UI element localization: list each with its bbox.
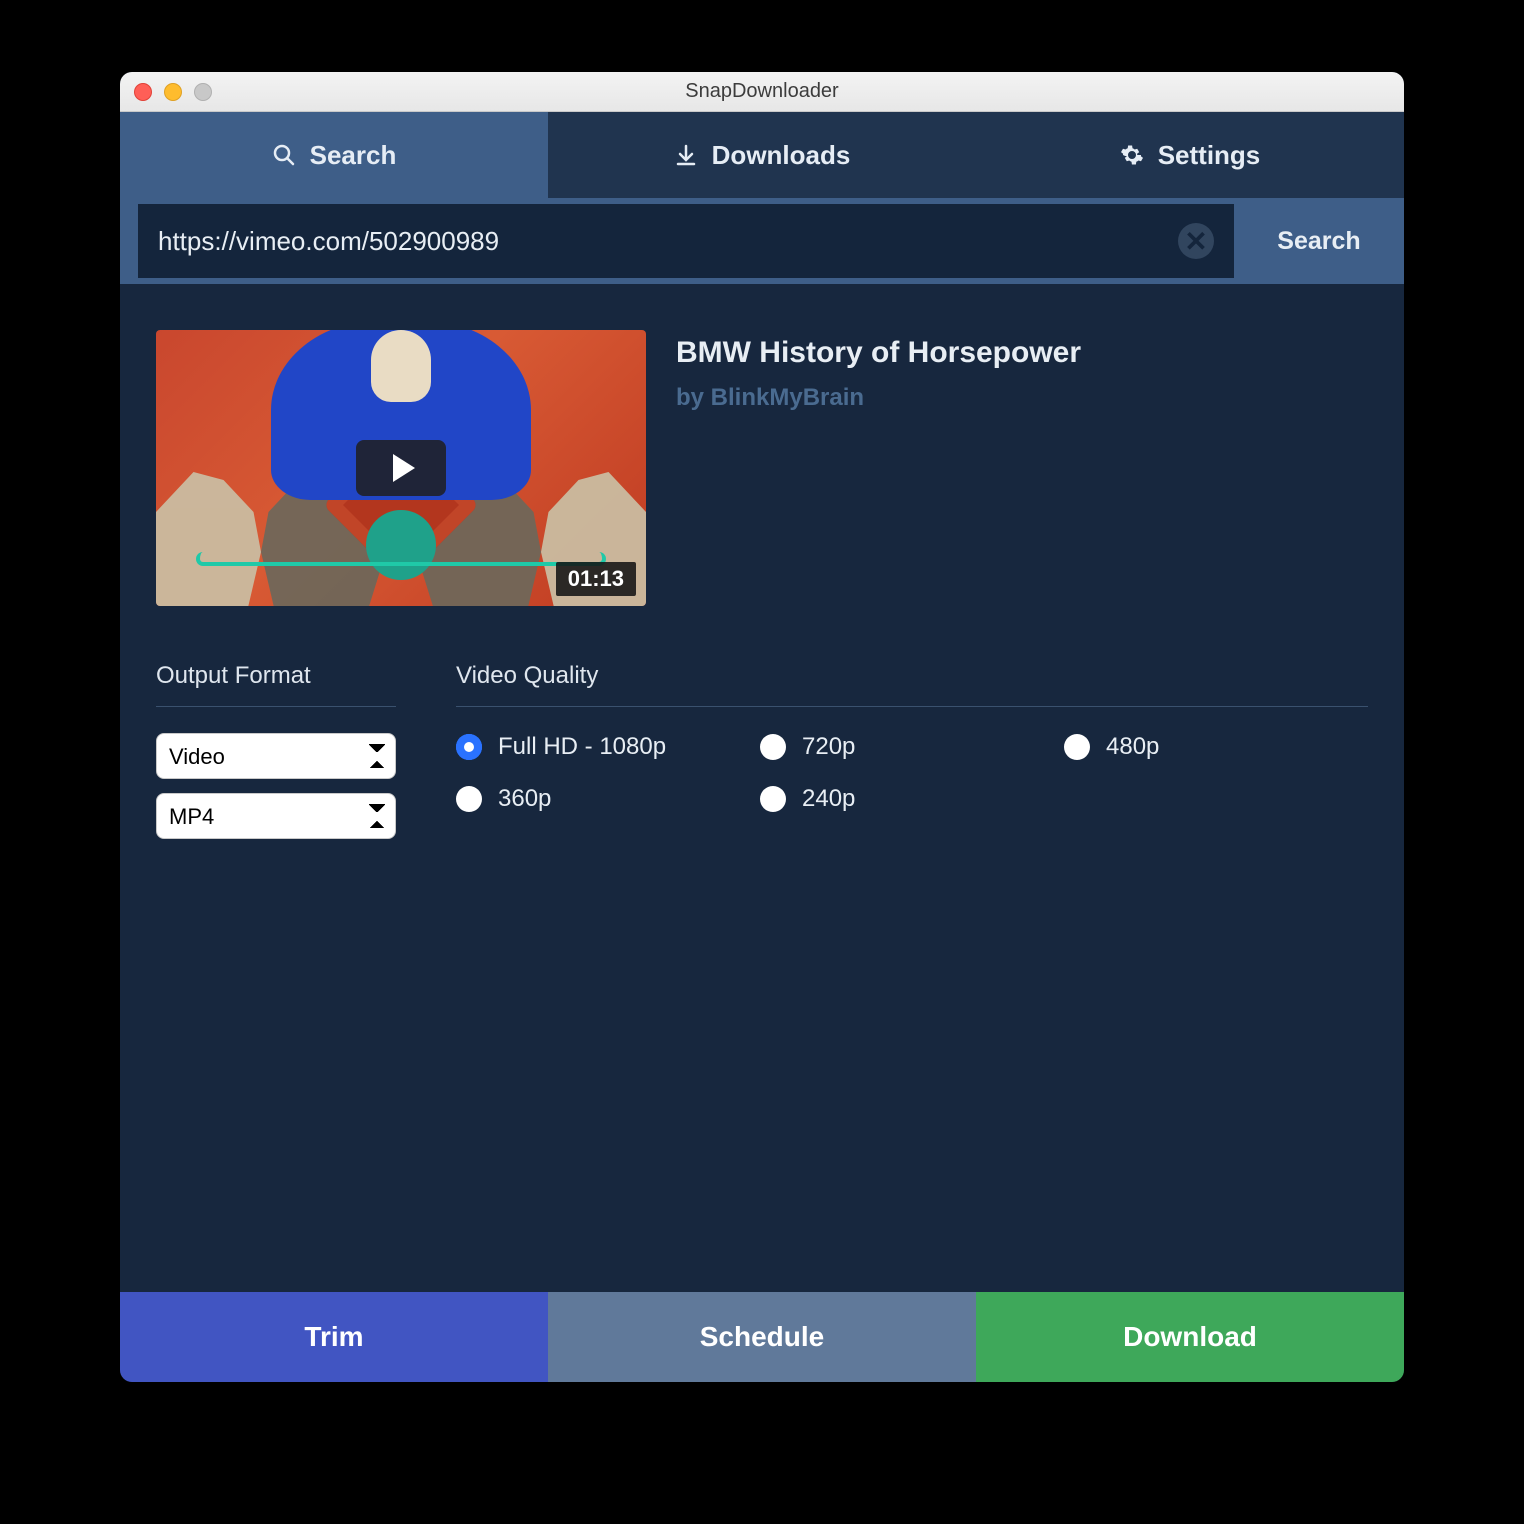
- titlebar: SnapDownloader: [120, 72, 1404, 112]
- search-button-label: Search: [1277, 227, 1360, 256]
- quality-option-720p[interactable]: 720p: [760, 733, 1064, 761]
- close-icon: ✕: [1184, 225, 1207, 258]
- video-metadata: BMW History of Horsepower by BlinkMyBrai…: [676, 330, 1081, 606]
- quality-option-label: 480p: [1106, 733, 1159, 761]
- search-icon: [272, 143, 296, 167]
- content-area: 01:13 BMW History of Horsepower by Blink…: [120, 284, 1404, 1292]
- quality-option-480p[interactable]: 480p: [1064, 733, 1368, 761]
- trim-button[interactable]: Trim: [120, 1292, 548, 1382]
- quality-option-label: Full HD - 1080p: [498, 733, 666, 761]
- quality-option-360p[interactable]: 360p: [456, 785, 760, 813]
- window-title: SnapDownloader: [120, 80, 1404, 103]
- search-button[interactable]: Search: [1234, 198, 1404, 284]
- video-quality-section: Video Quality Full HD - 1080p 720p 480p: [456, 662, 1368, 853]
- tab-search-label: Search: [310, 140, 397, 171]
- clear-input-button[interactable]: ✕: [1178, 223, 1214, 259]
- play-icon: [356, 440, 446, 496]
- options-panel: Output Format Video MP4 Video Quality Fu…: [156, 662, 1368, 853]
- schedule-button-label: Schedule: [700, 1321, 824, 1353]
- app-window: SnapDownloader Search Downloads: [120, 72, 1404, 1382]
- download-button[interactable]: Download: [976, 1292, 1404, 1382]
- schedule-button[interactable]: Schedule: [548, 1292, 976, 1382]
- divider: [156, 706, 396, 707]
- gear-icon: [1120, 143, 1144, 167]
- tab-downloads-label: Downloads: [712, 140, 851, 171]
- video-duration: 01:13: [556, 562, 636, 596]
- quality-options: Full HD - 1080p 720p 480p 360p: [456, 733, 1368, 813]
- video-result: 01:13 BMW History of Horsepower by Blink…: [156, 330, 1368, 606]
- video-quality-label: Video Quality: [456, 662, 1368, 706]
- output-format-section: Output Format Video MP4: [156, 662, 396, 853]
- tab-downloads[interactable]: Downloads: [548, 112, 976, 198]
- format-type-select[interactable]: Video: [156, 733, 396, 779]
- quality-option-label: 360p: [498, 785, 551, 813]
- download-button-label: Download: [1123, 1321, 1257, 1353]
- url-input-container: ✕: [138, 204, 1234, 278]
- video-author: by BlinkMyBrain: [676, 384, 1081, 412]
- download-icon: [674, 143, 698, 167]
- video-thumbnail[interactable]: 01:13: [156, 330, 646, 606]
- divider: [456, 706, 1368, 707]
- action-footer: Trim Schedule Download: [120, 1292, 1404, 1382]
- search-bar: ✕ Search: [120, 198, 1404, 284]
- container-select[interactable]: MP4: [156, 793, 396, 839]
- quality-option-1080p[interactable]: Full HD - 1080p: [456, 733, 760, 761]
- radio-icon: [456, 734, 482, 760]
- trim-button-label: Trim: [304, 1321, 363, 1353]
- radio-icon: [760, 786, 786, 812]
- radio-icon: [1064, 734, 1090, 760]
- tab-settings[interactable]: Settings: [976, 112, 1404, 198]
- radio-icon: [760, 734, 786, 760]
- quality-option-label: 720p: [802, 733, 855, 761]
- video-title: BMW History of Horsepower: [676, 336, 1081, 370]
- main-tabs: Search Downloads Settings: [120, 112, 1404, 198]
- quality-option-240p[interactable]: 240p: [760, 785, 1064, 813]
- radio-icon: [456, 786, 482, 812]
- tab-search[interactable]: Search: [120, 112, 548, 198]
- output-format-label: Output Format: [156, 662, 396, 706]
- url-input[interactable]: [158, 226, 1178, 257]
- quality-option-label: 240p: [802, 785, 855, 813]
- tab-settings-label: Settings: [1158, 140, 1261, 171]
